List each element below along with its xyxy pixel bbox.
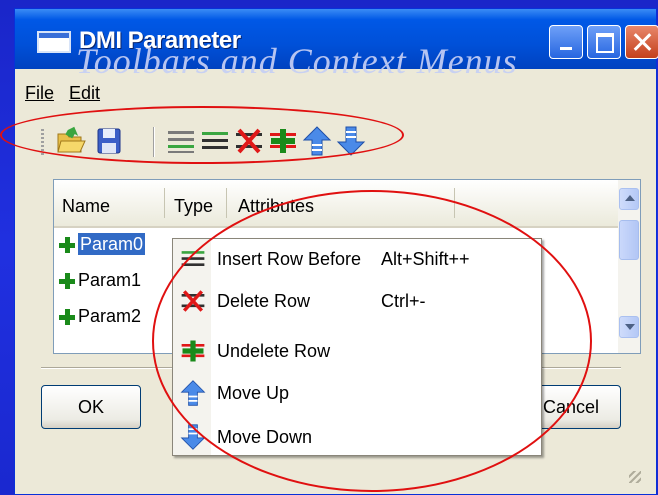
table-row[interactable]: Param0 T: [58, 233, 183, 260]
menu-bar: File Edit: [15, 79, 656, 105]
plus-icon: [58, 236, 76, 254]
context-menu-highlight-ellipse: [152, 190, 592, 492]
close-button[interactable]: [625, 25, 658, 59]
ok-button[interactable]: OK: [41, 385, 141, 429]
window-icon: [37, 31, 71, 53]
column-header-type[interactable]: Type: [174, 196, 213, 217]
minimize-button[interactable]: [549, 25, 583, 59]
row-name: Param2: [78, 306, 142, 326]
scroll-up-icon[interactable]: [619, 188, 639, 210]
plus-icon: [58, 308, 76, 326]
column-divider: [226, 188, 227, 218]
toolbar-highlight-ellipse: [0, 106, 404, 164]
column-divider: [164, 188, 165, 218]
scroll-thumb[interactable]: [619, 220, 639, 260]
scroll-down-icon[interactable]: [619, 316, 639, 338]
table-row[interactable]: Param2 T: [58, 306, 183, 332]
menu-edit[interactable]: Edit: [69, 83, 100, 104]
maximize-button[interactable]: [587, 25, 621, 59]
resize-grip[interactable]: [629, 471, 641, 483]
table-row[interactable]: Param1 T: [58, 270, 183, 296]
menu-file[interactable]: File: [25, 83, 54, 104]
row-name: Param1: [78, 270, 142, 290]
plus-icon: [58, 272, 76, 290]
column-header-name[interactable]: Name: [62, 196, 110, 217]
slide-heading: Toolbars and Context Menus: [76, 41, 518, 81]
vertical-scrollbar[interactable]: [618, 180, 640, 353]
row-name: Param0: [78, 233, 146, 255]
